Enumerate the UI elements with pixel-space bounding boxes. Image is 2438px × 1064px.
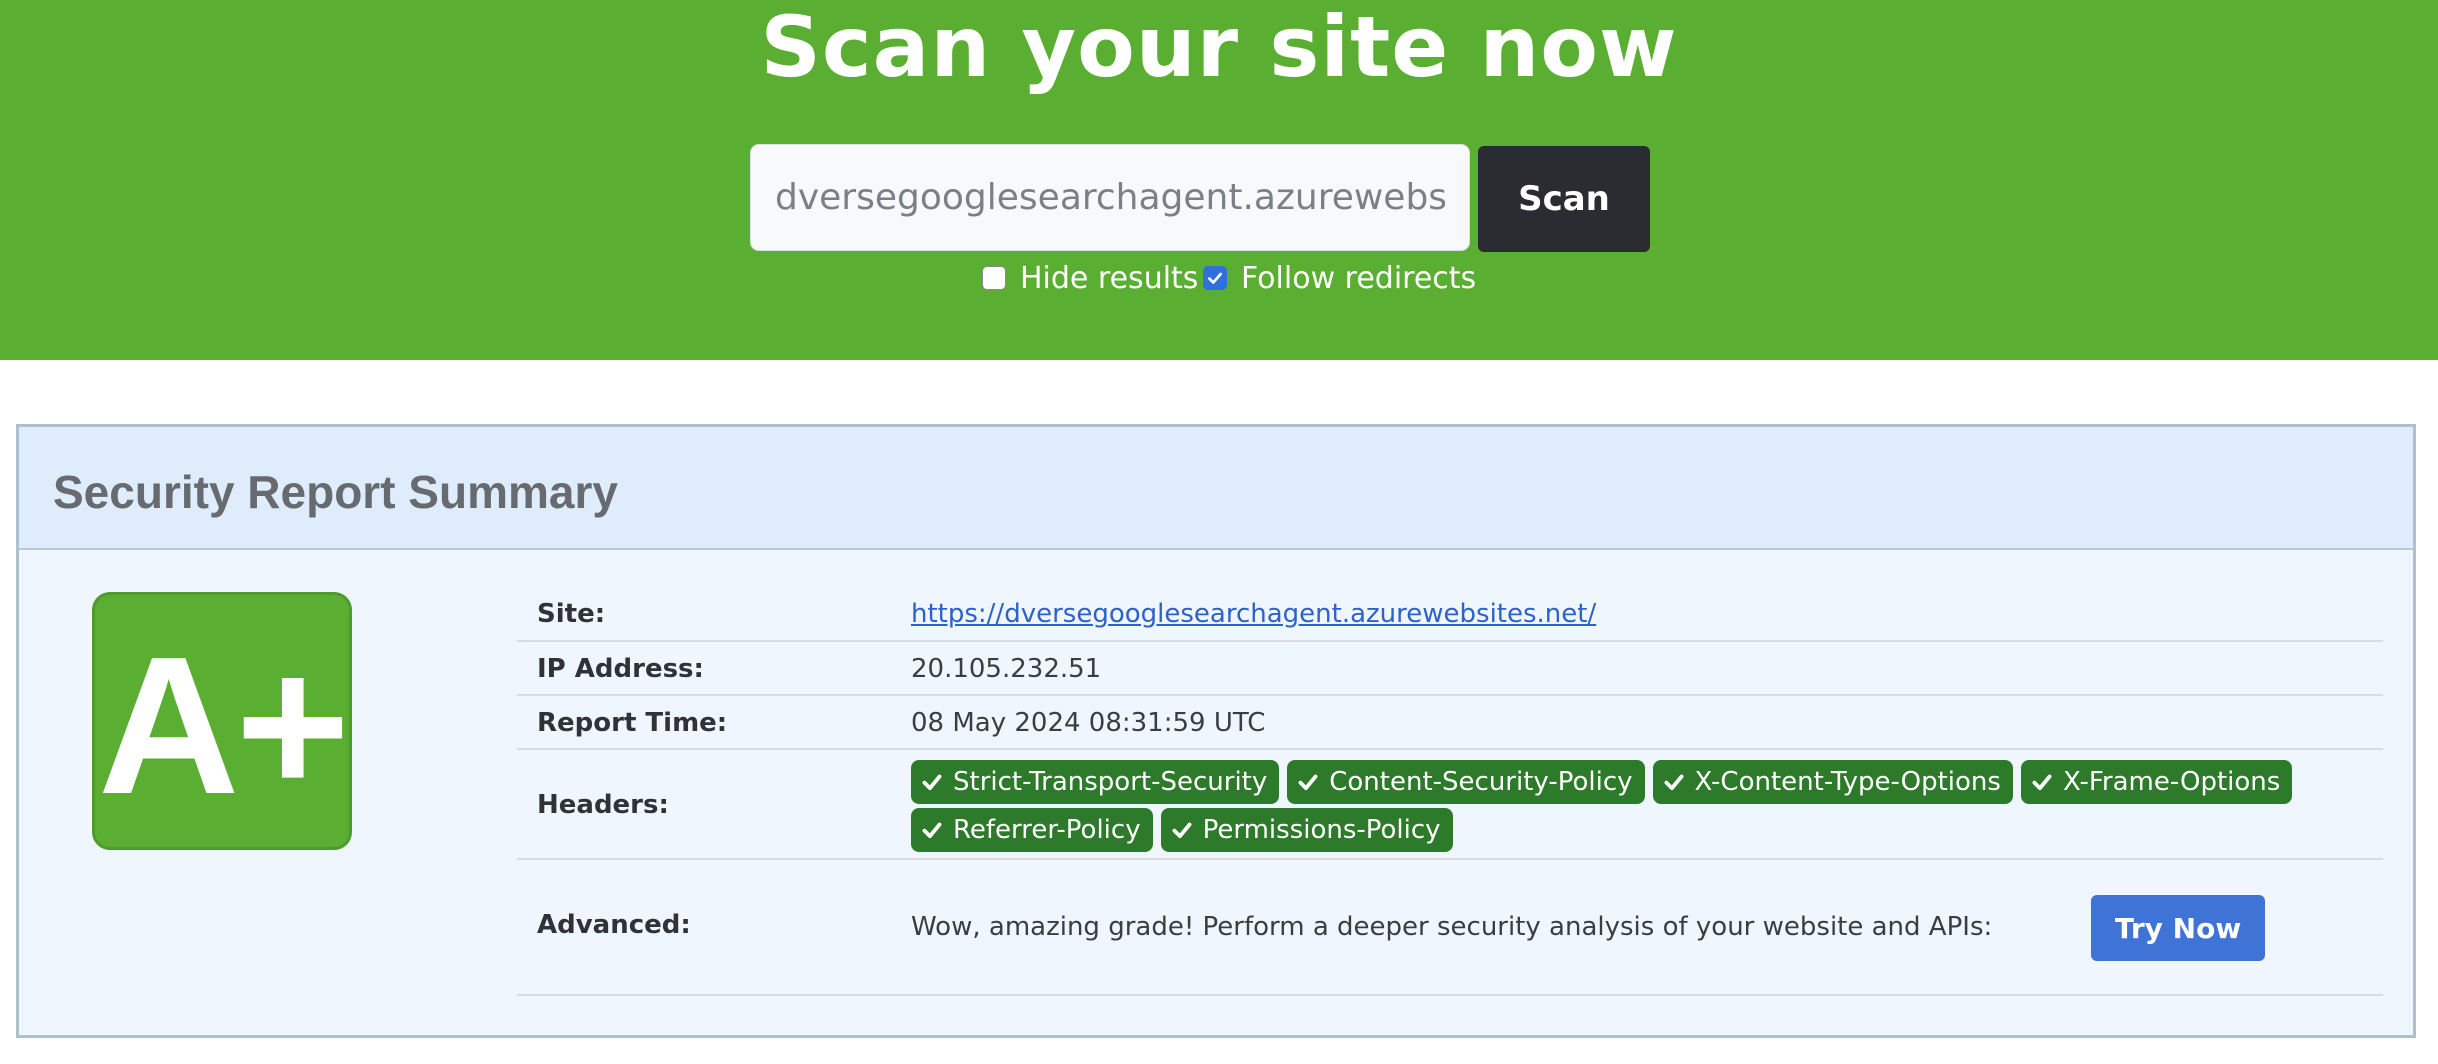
report-time-value: 08 May 2024 08:31:59 UTC [911,708,1266,738]
report-header: Security Report Summary [19,427,2413,550]
report-time-row: Report Time: 08 May 2024 08:31:59 UTC [517,696,2383,750]
hide-results-label: Hide results [1020,260,1199,296]
ip-value: 20.105.232.51 [911,654,1102,684]
advanced-row: Advanced: Wow, amazing grade! Perform a … [517,860,2383,996]
header-badge-label: Content-Security-Policy [1329,767,1633,797]
ip-row: IP Address: 20.105.232.51 [517,642,2383,696]
header-badge: Strict-Transport-Security [911,760,1280,804]
check-icon [1172,822,1192,839]
report-title: Security Report Summary [53,466,618,518]
header-badge: Permissions-Policy [1160,808,1453,852]
header-badge-label: Referrer-Policy [953,815,1141,845]
headers-row: Headers: Strict-Transport-Security Conte… [517,750,2383,860]
advanced-label: Advanced: [537,910,691,940]
site-label: Site: [537,599,606,629]
follow-redirects-checkbox[interactable] [1203,266,1227,290]
check-icon [922,822,942,839]
hide-results-option[interactable]: Hide results [982,258,1198,298]
site-url-input[interactable] [750,144,1470,251]
grade-text: A+ [97,616,350,835]
try-now-button[interactable]: Try Now [2091,895,2265,961]
hide-results-checkbox[interactable] [982,266,1006,290]
advanced-text: Wow, amazing grade! Perform a deeper sec… [911,912,1993,942]
scan-button[interactable]: Scan [1478,146,1650,252]
checkmark-icon [1208,272,1222,284]
site-link[interactable]: https://dversegooglesearchagent.azureweb… [911,599,1596,629]
check-icon [922,774,942,791]
header-badge: X-Frame-Options [2020,760,2293,804]
header-badge: X-Content-Type-Options [1652,760,2013,804]
check-icon [1298,774,1318,791]
hero-title: Scan your site now [760,0,1678,96]
security-report-summary: Security Report Summary A+ Site: https:/… [16,424,2416,1038]
follow-redirects-label: Follow redirects [1241,260,1477,296]
header-badge-label: X-Frame-Options [2062,767,2281,797]
follow-redirects-option[interactable]: Follow redirects [1203,258,1476,298]
report-info-table: Site: https://dversegooglesearchagent.az… [517,587,2383,996]
grade-badge: A+ [92,592,352,850]
site-row: Site: https://dversegooglesearchagent.az… [517,587,2383,642]
ip-label: IP Address: [537,654,704,684]
header-badge-label: X-Content-Type-Options [1694,767,2001,797]
check-icon [2032,774,2052,791]
header-badge: Referrer-Policy [911,808,1153,852]
header-badge: Content-Security-Policy [1287,760,1645,804]
check-icon [1664,774,1684,791]
headers-label: Headers: [537,790,669,820]
headers-badges: Strict-Transport-Security Content-Securi… [911,760,2331,856]
header-badge-label: Strict-Transport-Security [953,767,1268,797]
report-time-label: Report Time: [537,708,728,738]
header-badge-label: Permissions-Policy [1202,815,1441,845]
scan-hero: Scan your site now Scan Hide results Fol… [0,0,2438,360]
site-value: https://dversegooglesearchagent.azureweb… [911,599,1596,629]
